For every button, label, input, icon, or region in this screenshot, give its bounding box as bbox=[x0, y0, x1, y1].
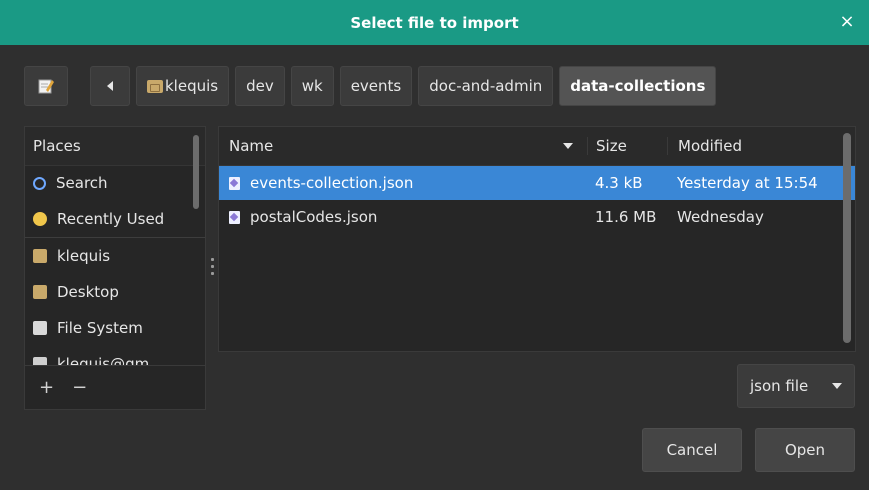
file-name-cell: postalCodes.json bbox=[219, 208, 587, 226]
places-scrollbar[interactable] bbox=[193, 135, 199, 209]
file-modified: Wednesday bbox=[677, 208, 764, 226]
path-crumb-data-collections[interactable]: data-collections bbox=[559, 66, 717, 106]
column-header-modified[interactable]: Modified bbox=[667, 137, 855, 155]
path-crumb-klequis[interactable]: klequis bbox=[136, 66, 230, 106]
path-back-button[interactable] bbox=[90, 66, 130, 106]
places-sidebar: Places Search Recently Used klequis Desk… bbox=[24, 126, 206, 410]
remove-bookmark-button[interactable]: − bbox=[72, 377, 87, 398]
sort-descending-icon bbox=[563, 143, 573, 149]
home-folder-icon bbox=[33, 249, 47, 263]
crumb-label: klequis bbox=[165, 77, 219, 95]
sidebar-item-label: Desktop bbox=[57, 283, 119, 301]
sidebar-item-recently-used[interactable]: Recently Used bbox=[25, 201, 205, 237]
network-icon bbox=[33, 357, 47, 365]
clock-icon bbox=[33, 212, 47, 226]
file-list-scrollbar[interactable] bbox=[843, 133, 851, 343]
path-crumb-wk[interactable]: wk bbox=[290, 66, 334, 106]
sidebar-item-label: klequis bbox=[57, 247, 111, 265]
edit-pencil-icon bbox=[38, 79, 54, 94]
dialog-title: Select file to import bbox=[350, 13, 519, 32]
sidebar-item-search[interactable]: Search bbox=[25, 165, 205, 201]
file-chooser-dialog: Select file to import × klequis dev wk e… bbox=[0, 0, 869, 490]
sidebar-item-desktop[interactable]: Desktop bbox=[25, 274, 205, 310]
desktop-folder-icon bbox=[33, 285, 47, 299]
file-list-header: Name Size Modified bbox=[219, 127, 855, 166]
pane-resize-handle[interactable] bbox=[211, 258, 214, 279]
close-icon[interactable]: × bbox=[837, 12, 857, 32]
file-name: postalCodes.json bbox=[250, 208, 378, 226]
sidebar-item-label: File System bbox=[57, 319, 143, 337]
file-list: Name Size Modified events-collection.jso… bbox=[218, 126, 856, 352]
add-bookmark-button[interactable]: + bbox=[39, 377, 54, 398]
column-header-name[interactable]: Name bbox=[219, 137, 587, 155]
title-bar: Select file to import × bbox=[0, 0, 869, 45]
sidebar-item-file-system[interactable]: File System bbox=[25, 310, 205, 346]
sidebar-item-label: klequis@gm bbox=[57, 355, 150, 365]
chevron-left-icon bbox=[107, 81, 113, 91]
file-size: 4.3 kB bbox=[595, 174, 643, 192]
file-name: events-collection.json bbox=[250, 174, 414, 192]
home-folder-icon bbox=[147, 79, 163, 93]
places-header: Places bbox=[25, 127, 205, 166]
places-footer: + − bbox=[25, 365, 205, 409]
cancel-button[interactable]: Cancel bbox=[642, 428, 742, 472]
column-header-size[interactable]: Size bbox=[587, 137, 667, 155]
file-size: 11.6 MB bbox=[595, 208, 657, 226]
sidebar-item-label: Recently Used bbox=[57, 210, 165, 228]
path-crumb-events[interactable]: events bbox=[339, 66, 413, 106]
sidebar-item-network[interactable]: klequis@gm bbox=[25, 346, 205, 365]
json-file-icon bbox=[229, 210, 240, 224]
table-row[interactable]: postalCodes.json 11.6 MB Wednesday bbox=[219, 200, 855, 234]
path-crumb-doc-and-admin[interactable]: doc-and-admin bbox=[418, 66, 554, 106]
table-row[interactable]: events-collection.json 4.3 kB Yesterday … bbox=[219, 166, 855, 200]
file-type-filter-select[interactable]: json file bbox=[737, 364, 855, 408]
column-label: Name bbox=[229, 137, 274, 155]
json-file-icon bbox=[229, 176, 240, 190]
sidebar-item-label: Search bbox=[56, 174, 108, 192]
breadcrumb: klequis dev wk events doc-and-admin data… bbox=[90, 66, 717, 106]
path-crumb-dev[interactable]: dev bbox=[235, 66, 285, 106]
places-list: Search Recently Used klequis Desktop Fil… bbox=[25, 165, 205, 365]
open-button[interactable]: Open bbox=[755, 428, 855, 472]
type-location-button[interactable] bbox=[24, 66, 68, 106]
search-icon bbox=[33, 176, 46, 190]
file-modified: Yesterday at 15:54 bbox=[677, 174, 818, 192]
chevron-down-icon bbox=[832, 383, 842, 389]
filter-value: json file bbox=[750, 377, 809, 395]
sidebar-item-klequis[interactable]: klequis bbox=[25, 238, 205, 274]
drive-icon bbox=[33, 321, 47, 335]
file-name-cell: events-collection.json bbox=[219, 174, 587, 192]
